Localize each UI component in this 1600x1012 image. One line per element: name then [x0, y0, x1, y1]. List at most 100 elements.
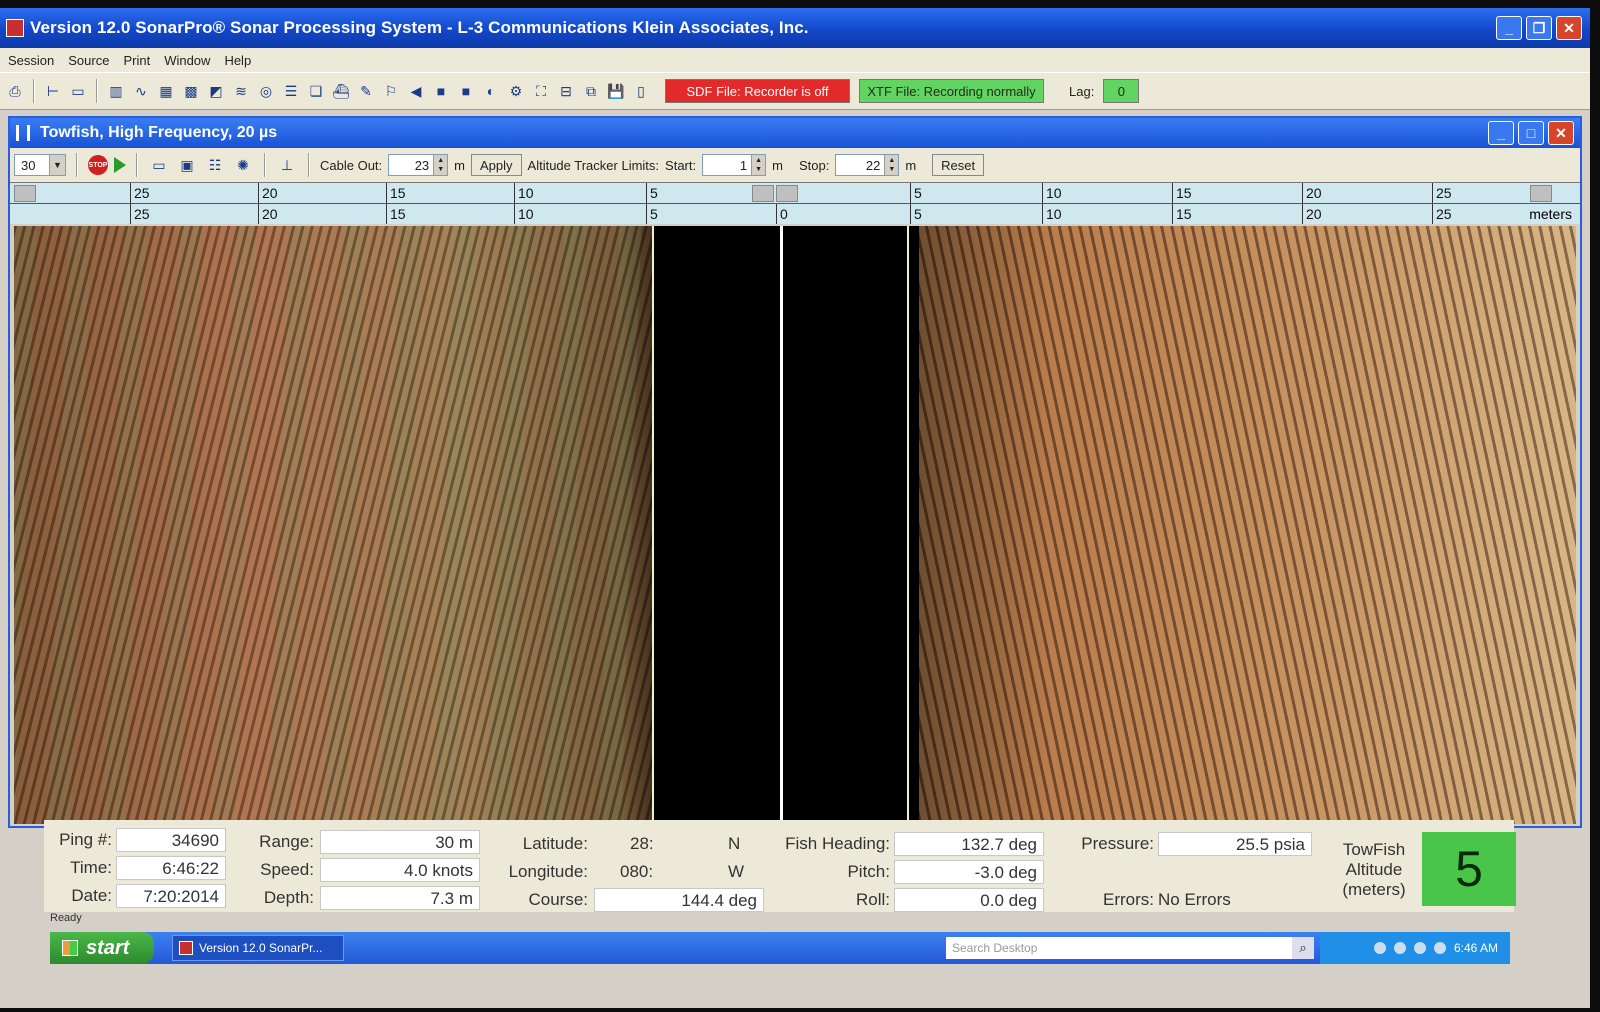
- cable-out-stepper[interactable]: 23 ▲ ▼: [388, 154, 449, 176]
- reset-button[interactable]: Reset: [932, 154, 985, 176]
- altitude-label: TowFish Altitude (meters): [1342, 840, 1406, 899]
- towfish-title: Towfish, High Frequency, 20 µs: [40, 124, 278, 141]
- latitude-hemisphere: N: [728, 834, 741, 853]
- list-icon[interactable]: ☰: [280, 80, 302, 102]
- towfish-title-bar[interactable]: Towfish, High Frequency, 20 µs _ □ ✕: [10, 118, 1580, 148]
- child-close-button[interactable]: ✕: [1548, 121, 1574, 145]
- measure-icon[interactable]: ⛶: [530, 80, 552, 102]
- channel-icon[interactable]: ▭: [67, 80, 89, 102]
- grid-icon[interactable]: ▦: [155, 80, 177, 102]
- port-bottom-track: [652, 226, 654, 824]
- course-value: 144.4 deg: [594, 888, 764, 912]
- ruler-scroll-right[interactable]: [1530, 185, 1552, 202]
- monitor-icon[interactable]: [1413, 942, 1426, 954]
- spin-arrows-icon[interactable]: ▲ ▼: [433, 155, 448, 175]
- stop-unit: m: [905, 157, 917, 173]
- toolbar-separator: [308, 153, 310, 177]
- ruler-tick: 0: [776, 204, 788, 224]
- flag-icon[interactable]: ⚐: [380, 80, 402, 102]
- settings-icon[interactable]: ⚙: [505, 80, 527, 102]
- search-icon[interactable]: ⌕: [1292, 937, 1314, 959]
- ruler-icon[interactable]: ▭: [148, 154, 170, 176]
- ruler-tick: 10: [1042, 204, 1062, 224]
- profile-icon[interactable]: ≋: [230, 80, 252, 102]
- sonar-waterfall[interactable]: [14, 226, 1576, 824]
- cable-out-value: 23: [414, 157, 430, 173]
- start-button[interactable]: start: [50, 932, 154, 964]
- menu-help[interactable]: Help: [224, 53, 251, 68]
- channel-window-icon: [16, 125, 30, 141]
- desktop-screen: Version 12.0 SonarPro® Sonar Processing …: [0, 8, 1590, 1008]
- speed-value: 4.0 knots: [320, 858, 480, 882]
- starboard-channel-image: [919, 226, 1576, 824]
- search-desktop-input[interactable]: Search Desktop: [946, 937, 1292, 959]
- ruler-tick: 5: [910, 183, 922, 203]
- chart-icon[interactable]: ◩: [205, 80, 227, 102]
- print-icon[interactable]: ⎙: [4, 80, 26, 102]
- arrow-left-icon[interactable]: ◀: [405, 80, 427, 102]
- child-minimize-button[interactable]: _: [1488, 121, 1514, 145]
- start-stepper[interactable]: 1 ▲ ▼: [702, 154, 767, 176]
- windows-icon[interactable]: ⧉: [580, 80, 602, 102]
- towfish-icon[interactable]: ⊢: [42, 80, 64, 102]
- save-icon[interactable]: 💾: [605, 80, 627, 102]
- image-icon[interactable]: ▣: [176, 154, 198, 176]
- starboard-bottom-track: [907, 226, 909, 824]
- layers-icon[interactable]: ❏: [305, 80, 327, 102]
- app-title-bar[interactable]: Version 12.0 SonarPro® Sonar Processing …: [0, 8, 1590, 48]
- mosaic-icon[interactable]: ▩: [180, 80, 202, 102]
- menu-source[interactable]: Source: [68, 53, 109, 68]
- longitude-hemisphere: W: [728, 862, 745, 881]
- child-maximize-button[interactable]: □: [1518, 121, 1544, 145]
- toolbar-separator: [96, 79, 98, 103]
- menu-window[interactable]: Window: [164, 53, 210, 68]
- pencil-icon[interactable]: ✎: [355, 80, 377, 102]
- chevron-down-icon[interactable]: ▼: [49, 155, 65, 175]
- restore-button[interactable]: ❐: [1526, 16, 1552, 40]
- sliders-icon[interactable]: ☷: [204, 154, 226, 176]
- new-file-icon[interactable]: ▯: [630, 80, 652, 102]
- apply-button[interactable]: Apply: [471, 154, 522, 176]
- stop-icon[interactable]: STOP: [88, 155, 108, 175]
- gain-icon[interactable]: ✺: [232, 154, 254, 176]
- ship-icon[interactable]: ⛴: [330, 80, 352, 102]
- clock: 6:46 AM: [1453, 941, 1498, 955]
- time-label: Time:: [70, 858, 112, 877]
- ruler-top-row: 25 20 15 10 5 5 10 15 20 25: [10, 183, 1580, 204]
- roll-label: Roll:: [855, 890, 890, 909]
- latitude-label: Latitude:: [522, 834, 588, 853]
- cable-icon[interactable]: ⊥: [276, 154, 298, 176]
- ruler-handle-left[interactable]: [752, 185, 774, 202]
- security-icon[interactable]: [1433, 942, 1446, 954]
- bars-icon[interactable]: ▥: [105, 80, 127, 102]
- toolbar-separator: [33, 79, 35, 103]
- roll-value: 0.0 deg: [894, 888, 1044, 912]
- lag-label: Lag:: [1069, 83, 1095, 99]
- ruler-handle-right[interactable]: [776, 185, 798, 202]
- stop-stepper[interactable]: 22 ▲ ▼: [835, 154, 900, 176]
- start-label: Start:: [665, 157, 697, 173]
- waveform-icon[interactable]: ∿: [130, 80, 152, 102]
- gray-square-2-icon[interactable]: ■: [455, 80, 477, 102]
- toolbar-separator: [264, 153, 266, 177]
- towfish-toolbar: 30 ▼ STOP ▭ ▣ ☷ ✺ ⊥ Cable Out: 23 ▲ ▼ m A…: [10, 148, 1580, 182]
- network-icon[interactable]: [1373, 942, 1386, 954]
- spin-arrows-icon[interactable]: ▲ ▼: [884, 155, 899, 175]
- child-window-controls: _ □ ✕: [1488, 121, 1574, 145]
- target-icon[interactable]: ◎: [255, 80, 277, 102]
- spin-arrows-icon[interactable]: ▲ ▼: [751, 155, 766, 175]
- volume-icon[interactable]: [1393, 942, 1406, 954]
- ruler-scroll-left[interactable]: [14, 185, 36, 202]
- split-icon[interactable]: ⊟: [555, 80, 577, 102]
- ping-label: Ping #:: [59, 830, 112, 849]
- toolbar-separator: [136, 153, 138, 177]
- gray-square-icon[interactable]: ■: [430, 80, 452, 102]
- minimize-button[interactable]: _: [1496, 16, 1522, 40]
- menu-session[interactable]: Session: [8, 53, 54, 68]
- taskbar-item-sonarpro[interactable]: Version 12.0 SonarPr...: [172, 935, 344, 961]
- menu-print[interactable]: Print: [123, 53, 150, 68]
- palette-icon[interactable]: ◐: [480, 80, 502, 102]
- close-button[interactable]: ✕: [1556, 16, 1582, 40]
- range-select[interactable]: 30 ▼: [14, 154, 66, 176]
- play-icon[interactable]: [114, 157, 126, 173]
